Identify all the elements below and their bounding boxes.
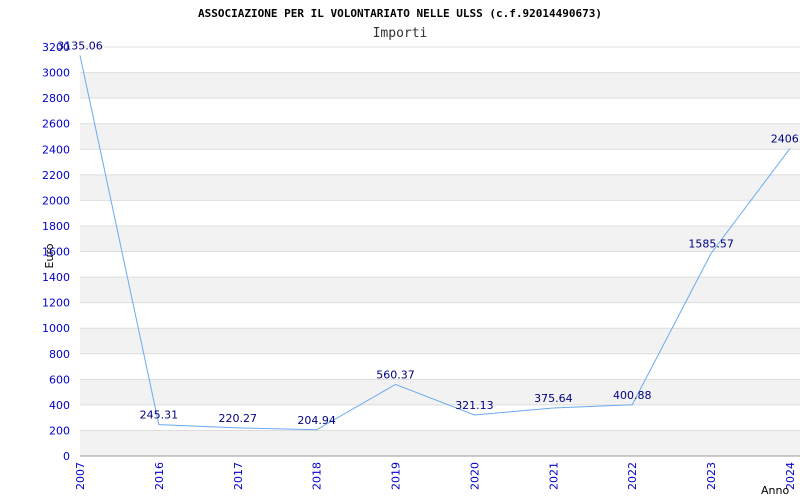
x-tick-label: 2022 <box>626 462 639 490</box>
data-label: 2406.3 <box>771 132 800 145</box>
x-tick-label: 2017 <box>232 462 245 490</box>
data-label: 321.13 <box>455 399 494 412</box>
grid-band <box>80 72 800 99</box>
x-tick-label: 2021 <box>547 462 560 490</box>
data-label: 375.64 <box>534 392 573 405</box>
grid-band <box>80 123 800 150</box>
chart-title: ASSOCIAZIONE PER IL VOLONTARIATO NELLE U… <box>198 7 602 20</box>
chart-subtitle: Importi <box>373 26 428 41</box>
grid-band <box>80 174 800 201</box>
y-tick-label: 200 <box>49 424 70 437</box>
x-tick-label: 2018 <box>311 462 324 490</box>
y-tick-label: 1200 <box>42 297 70 310</box>
x-axis-label: Anno <box>761 484 789 497</box>
y-tick-label: 800 <box>49 348 70 361</box>
y-tick-label: 600 <box>49 373 70 386</box>
y-tick-label: 1800 <box>42 220 70 233</box>
data-label: 245.31 <box>140 409 179 422</box>
x-tick-label: 2023 <box>705 462 718 490</box>
data-label: 400.88 <box>613 389 652 402</box>
grid-band <box>80 328 800 354</box>
grid-bands <box>80 72 800 456</box>
y-tick-label: 1400 <box>42 271 70 284</box>
data-label: 220.27 <box>219 412 258 425</box>
y-tick-label: 0 <box>63 450 70 463</box>
data-label: 560.37 <box>376 368 415 381</box>
x-axis-ticks: 2007 2016 2017 2018 2019 2020 2021 2022 2023 2024 <box>74 462 797 490</box>
data-label: 3135.06 <box>57 39 103 52</box>
y-tick-label: 2400 <box>42 143 70 156</box>
x-tick-label: 2016 <box>153 462 166 490</box>
y-tick-label: 2200 <box>42 169 70 182</box>
grid-band <box>80 430 800 456</box>
grid-band <box>80 379 800 405</box>
line-chart: ASSOCIAZIONE PER IL VOLONTARIATO NELLE U… <box>42 7 800 497</box>
y-tick-label: 2000 <box>42 194 70 207</box>
y-tick-label: 3000 <box>42 67 70 80</box>
data-label: 204.94 <box>297 414 336 427</box>
x-tick-label: 2020 <box>468 462 481 490</box>
y-tick-label: 2800 <box>42 92 70 105</box>
y-tick-label: 2600 <box>42 118 70 131</box>
data-label: 1585.57 <box>688 237 734 250</box>
y-tick-label: 400 <box>49 399 70 412</box>
x-tick-label: 2007 <box>74 462 87 490</box>
y-axis-label: Euro <box>43 243 56 268</box>
x-tick-label: 2019 <box>390 462 403 490</box>
y-tick-label: 1000 <box>42 322 70 335</box>
